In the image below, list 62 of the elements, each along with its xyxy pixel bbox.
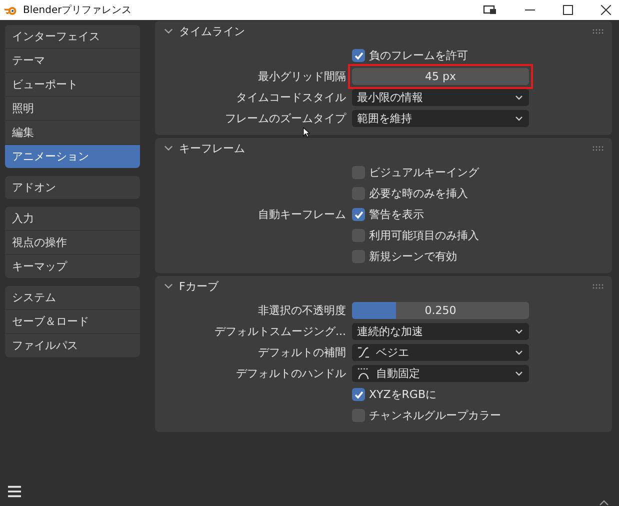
caret-icon bbox=[515, 95, 523, 100]
panel-title[interactable]: Fカーブ bbox=[179, 278, 218, 294]
sidebar-item[interactable]: 照明 bbox=[5, 96, 140, 120]
drag-handle-icon[interactable] bbox=[592, 284, 604, 288]
sidebar-item[interactable]: セーブ＆ロード bbox=[5, 309, 140, 333]
caret-icon bbox=[515, 371, 523, 376]
mouse-cursor-icon bbox=[303, 127, 310, 138]
display-icon[interactable] bbox=[483, 5, 497, 15]
dropdown[interactable]: 範囲を維持 bbox=[352, 110, 529, 127]
checkbox-label[interactable]: チャンネルグループカラー bbox=[369, 408, 501, 423]
field-label: デフォルトのハンドル bbox=[236, 367, 346, 380]
maximize-icon[interactable] bbox=[563, 5, 573, 15]
caret-icon bbox=[515, 116, 523, 121]
handle-curve-icon bbox=[357, 367, 370, 380]
field-label: フレームのズームタイプ bbox=[225, 112, 346, 125]
field-label: 非選択の不透明度 bbox=[258, 304, 346, 317]
checkbox-label[interactable]: XYZをRGBに bbox=[369, 387, 437, 402]
drag-handle-icon[interactable] bbox=[592, 28, 604, 34]
dropdown[interactable]: 自動固定 bbox=[352, 365, 529, 382]
checkbox[interactable] bbox=[352, 49, 365, 62]
number-field[interactable]: 45 px bbox=[352, 68, 529, 85]
sidebar-item[interactable]: ファイルパス bbox=[5, 333, 140, 357]
checkbox-label[interactable]: 警告を表示 bbox=[369, 207, 424, 222]
chevron-icon[interactable] bbox=[164, 28, 173, 34]
dropdown[interactable]: ベジエ bbox=[352, 344, 529, 361]
bezier-curve-icon bbox=[357, 346, 370, 359]
dropdown[interactable]: 最小限の情報 bbox=[352, 89, 529, 106]
window-title: Blenderプリファレンス bbox=[23, 4, 132, 17]
field-label: デフォルトの補間 bbox=[258, 346, 346, 359]
chevron-icon[interactable] bbox=[164, 145, 173, 151]
sidebar-item[interactable]: ビューポート bbox=[5, 72, 140, 96]
field-label: 最小グリッド間隔 bbox=[258, 70, 346, 83]
panel-title[interactable]: タイムライン bbox=[179, 24, 245, 38]
sidebar-item[interactable]: 入力 bbox=[5, 207, 140, 230]
dropdown[interactable]: 連続的な加速 bbox=[352, 323, 529, 340]
close-icon[interactable] bbox=[601, 5, 611, 15]
menu-icon[interactable] bbox=[7, 485, 22, 498]
panel-title[interactable]: キーフレーム bbox=[179, 140, 245, 156]
sidebar-item[interactable]: インターフェイス bbox=[5, 25, 140, 48]
sidebar-item[interactable]: アドオン bbox=[5, 176, 140, 199]
field-label: タイムコードスタイル bbox=[236, 91, 346, 104]
caret-icon bbox=[515, 329, 523, 334]
field-label: デフォルトスムージング... bbox=[214, 325, 346, 338]
checkbox-label[interactable]: 必要な時のみを挿入 bbox=[369, 186, 468, 201]
checkbox-label[interactable]: ビジュアルキーイング bbox=[369, 165, 479, 180]
checkbox[interactable] bbox=[352, 208, 365, 221]
sidebar-item[interactable]: キーマップ bbox=[5, 254, 140, 278]
scroll-up-icon[interactable] bbox=[598, 500, 610, 506]
checkbox[interactable] bbox=[352, 388, 365, 401]
blender-logo-icon bbox=[4, 4, 18, 16]
sidebar-item[interactable]: システム bbox=[5, 286, 140, 309]
sidebar-item[interactable]: テーマ bbox=[5, 48, 140, 72]
checkbox-label[interactable]: 新規シーンで有効 bbox=[369, 249, 457, 264]
checkbox-label[interactable]: 負のフレームを許可 bbox=[369, 48, 468, 63]
drag-handle-icon[interactable] bbox=[592, 146, 604, 150]
sidebar-item[interactable]: 視点の操作 bbox=[5, 230, 140, 254]
sidebar-item[interactable]: アニメーション bbox=[5, 144, 140, 168]
chevron-icon[interactable] bbox=[164, 283, 173, 289]
checkbox-label[interactable]: 利用可能項目のみ挿入 bbox=[369, 228, 479, 243]
slider[interactable]: 0.250 bbox=[352, 302, 529, 319]
caret-icon bbox=[515, 350, 523, 355]
field-label: 自動キーフレーム bbox=[258, 208, 346, 221]
